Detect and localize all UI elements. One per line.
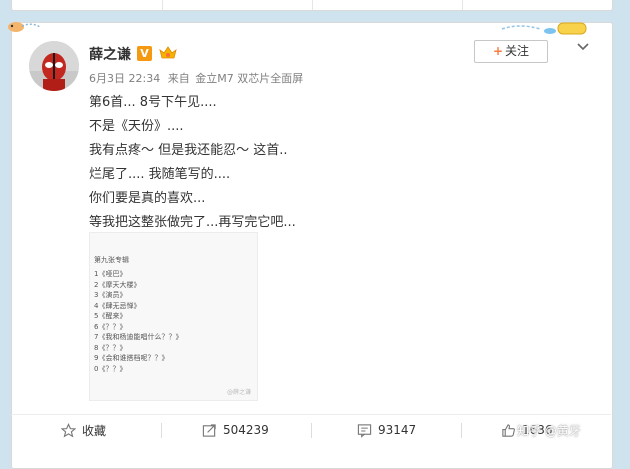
author-name[interactable]: 薛之谦: [89, 44, 131, 64]
image-watermark: @薛之谦: [226, 389, 251, 396]
previous-card-divider: [312, 0, 313, 10]
follow-button[interactable]: + 关注: [474, 40, 548, 63]
thumbs-up-icon: [502, 423, 515, 437]
avatar-image-icon: [29, 41, 79, 91]
chevron-down-icon[interactable]: [576, 42, 590, 52]
post-image-thumbnail[interactable]: 第九张专辑 1《哑巴》 2《摩天大楼》 3《演员》 4《肆无忌惮》 5《醒来》 …: [89, 232, 258, 401]
image-track-line: 5《醒来》: [94, 312, 127, 320]
follow-label: 关注: [505, 44, 530, 58]
action-divider: [161, 423, 162, 438]
image-album-title: 第九张专辑: [94, 256, 129, 264]
author-avatar[interactable]: [29, 41, 79, 91]
image-track-line: 3《演员》: [94, 291, 127, 299]
action-divider: [461, 423, 462, 438]
content-line: 你们要是真的喜欢...: [89, 191, 206, 206]
repost-icon: [202, 423, 216, 437]
favorite-button[interactable]: 收藏: [61, 415, 106, 445]
content-line: 烂尾了.... 我随笔写的....: [89, 167, 231, 182]
image-track-line: 1《哑巴》: [94, 270, 127, 278]
verified-badge-icon: V: [137, 46, 152, 61]
image-track-line: 4《肆无忌惮》: [94, 301, 141, 310]
content-line: 第6首... 8号下午见....: [89, 95, 217, 110]
repost-button[interactable]: 504239: [202, 415, 269, 445]
comment-button[interactable]: 93147: [357, 415, 416, 445]
content-line: 我有点疼～ 但是我还能忍～ 这首..: [89, 143, 288, 158]
previous-post-card: [11, 0, 613, 11]
comment-count: 93147: [378, 423, 417, 437]
decoration-bird-icon: [8, 22, 41, 32]
image-track-line: 0《？？》: [94, 364, 127, 373]
star-icon: [61, 422, 76, 437]
post-timestamp[interactable]: 6月3日 22:34: [89, 72, 160, 85]
repost-count: 504239: [223, 423, 269, 437]
previous-card-divider: [462, 0, 463, 10]
post-meta: 6月3日 22:34 来自 金立M7 双芯片全面屏: [89, 70, 303, 86]
image-track-line: 2《摩天大楼》: [94, 280, 141, 289]
favorite-label: 收藏: [82, 423, 107, 438]
overlay-watermark: 知乎 @黄牙: [517, 424, 581, 438]
source-device[interactable]: 金立M7 双芯片全面屏: [195, 72, 303, 85]
vip-crown-icon[interactable]: [158, 44, 178, 62]
image-track-line: 7《我和杨迪能唱什么？？》: [94, 333, 183, 341]
comment-icon: [357, 423, 372, 438]
source-label: 来自: [167, 72, 190, 85]
plus-icon: +: [492, 44, 504, 58]
decoration-bathtub-icon: [501, 22, 587, 35]
action-divider: [311, 423, 312, 438]
previous-card-divider: [162, 0, 163, 10]
image-track-line: 6《？？》: [94, 322, 127, 331]
post-content: 第6首... 8号下午见.... 不是《天份》.... 我有点疼～ 但是我还能忍…: [89, 91, 296, 235]
image-track-line: 8《？？》: [94, 343, 127, 352]
content-line: 不是《天份》....: [89, 119, 184, 134]
image-track-line: 9《会和谁搭档呢？？》: [94, 354, 169, 362]
